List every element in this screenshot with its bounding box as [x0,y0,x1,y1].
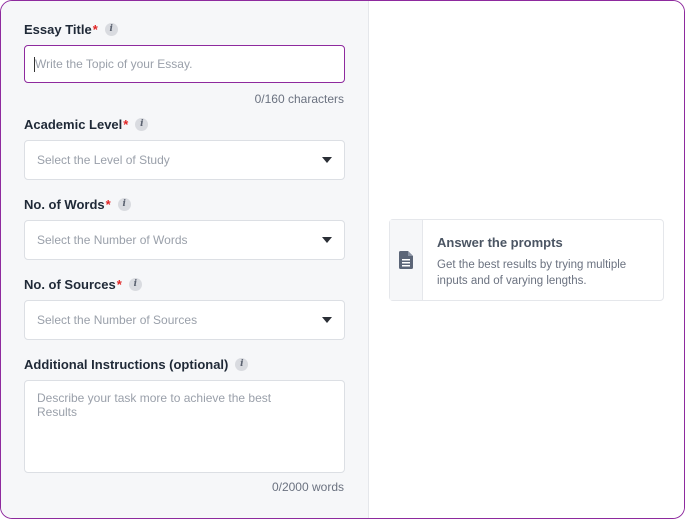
essay-writer-panel: Essay Title * i 0/160 characters Academi… [0,0,685,519]
essay-title-label-row: Essay Title * i [24,20,118,38]
info-icon[interactable]: i [235,357,249,371]
num-words-label-row: No. of Words * i [24,195,131,213]
instructions-label: Additional Instructions (optional) [24,356,229,372]
essay-title-label: Essay Title [24,21,92,37]
num-words-placeholder: Select the Number of Words [37,233,188,247]
info-icon[interactable]: i [135,117,149,131]
info-icon[interactable]: i [128,277,142,291]
text-cursor [34,57,35,72]
academic-level-label: Academic Level [24,116,123,132]
tip-icon-box [390,220,423,300]
num-words-label: No. of Words [24,196,105,212]
document-icon [399,251,413,269]
required-mark: * [92,21,98,37]
chevron-down-icon [322,237,332,243]
results-panel: Answer the prompts Get the best results … [369,1,684,518]
num-sources-placeholder: Select the Number of Sources [37,313,198,327]
instructions-field[interactable] [24,380,345,473]
num-sources-select[interactable]: Select the Number of Sources [24,300,345,340]
instructions-label-row: Additional Instructions (optional) i [24,355,249,373]
tip-card: Answer the prompts Get the best results … [389,219,664,301]
form-panel: Essay Title * i 0/160 characters Academi… [1,1,369,518]
required-mark: * [105,196,111,212]
num-words-select[interactable]: Select the Number of Words [24,220,345,260]
num-sources-label: No. of Sources [24,276,116,292]
info-icon[interactable]: i [117,197,131,211]
academic-level-placeholder: Select the Level of Study [37,153,170,167]
tip-body: Answer the prompts Get the best results … [423,220,661,300]
info-icon[interactable]: i [104,22,118,36]
academic-level-select[interactable]: Select the Level of Study [24,140,345,180]
essay-title-char-counter: 0/160 characters [254,92,344,106]
num-sources-label-row: No. of Sources * i [24,275,142,293]
instructions-word-counter: 0/2000 words [271,480,344,494]
academic-level-label-row: Academic Level * i [24,115,149,133]
instructions-textarea[interactable] [25,381,344,472]
chevron-down-icon [322,157,332,163]
essay-title-input[interactable] [25,46,344,82]
required-mark: * [123,116,129,132]
essay-title-field[interactable] [24,45,345,83]
tip-title: Answer the prompts [437,235,563,250]
tip-description: Get the best results by trying multiple … [437,259,627,287]
chevron-down-icon [322,317,332,323]
required-mark: * [116,276,122,292]
